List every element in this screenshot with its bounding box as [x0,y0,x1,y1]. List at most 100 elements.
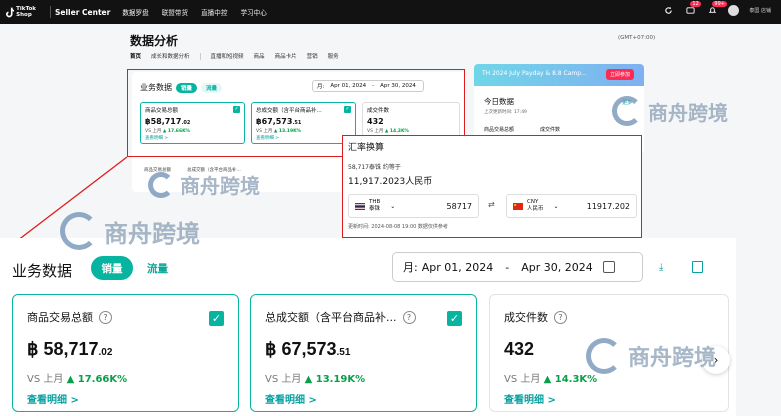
card-value: ฿ 67,573 [265,339,337,359]
watermark-text: 商舟跨境 [648,100,728,125]
message-badge: 12 [690,1,701,7]
user-name[interactable]: 泰国 店铺 [749,7,771,14]
nav-item-live-console[interactable]: 直播中控 [201,7,227,17]
nav-item-learning-center[interactable]: 学习中心 [240,7,266,17]
tab-products[interactable]: 商品 [254,52,265,60]
card-title: 商品交易总额 [27,311,93,324]
tab-home[interactable]: 首页 [130,52,141,60]
card-change-label: VS 上月 [265,374,302,385]
to-currency-name: 人民币 [527,206,544,212]
tiktok-icon [6,7,15,17]
tab-marketing[interactable]: 营销 [307,52,318,60]
card-title: 成交件数 [504,311,548,324]
tiktok-shop-logo[interactable]: TikTok Shop [6,6,50,18]
checkbox-checked-icon[interactable]: ✓ [209,311,224,326]
date-separator: - [505,260,510,274]
notification-bell-icon[interactable]: 99+ [706,1,727,16]
watermark-text: 商舟跨境 [628,346,717,371]
help-icon[interactable]: ? [402,310,416,324]
card-cents: .02 [98,347,113,358]
exchange-rate-line1: 58,717泰铢 约等于 [348,164,401,171]
watermark-logo-icon [586,338,622,374]
from-currency-name: 泰铢 [369,206,381,212]
card-value: ฿ 58,717 [27,339,99,359]
china-flag-icon [513,202,523,210]
swap-currency-icon[interactable]: ⇄ [488,200,495,209]
today-data-title: 今日数据 [484,97,514,106]
card-cents: .51 [336,347,351,358]
last-updated-text: 上次更新时间: 17:49 [484,110,527,115]
card-total-revenue[interactable]: 总成交额（含平台商品补...? ✓ ฿ 67,573.51 VS 上月 ▲ 13… [250,294,477,412]
tab-service[interactable]: 服务 [328,52,339,60]
card-title: 总成交额（含平台商品补... [265,311,397,324]
card-change: ▲ 13.19K% [304,374,366,385]
logo-divider [50,6,51,18]
watermark: 商舟跨境 [612,96,728,126]
nav-item-affiliate[interactable]: 联盟带货 [162,7,188,17]
card-value: 432 [504,339,535,359]
from-amount-input[interactable]: 58717 [447,202,472,211]
update-time-text: 更新时间: 2024-08-08 19:00 数据仅供参考 [348,224,448,230]
join-campaign-button[interactable]: 立即参加 [605,69,634,80]
card-change: ▲ 17.66K% [66,374,128,385]
date-to: Apr 30, 2024 [521,260,593,274]
card-gmv[interactable]: 商品交易总额? ✓ ฿ 58,717.02 VS 上月 ▲ 17.66K% 查看… [12,294,239,412]
brand-name[interactable]: Seller Center [55,8,110,17]
date-from: Apr 01, 2024 [421,260,494,274]
checkbox-checked-icon[interactable]: ✓ [447,311,462,326]
download-icon[interactable]: ⤓ [659,262,663,273]
watermark-text: 商舟跨境 [104,219,200,248]
card-detail-link[interactable]: 查看明细 > [504,391,714,406]
page-tabs: 首页 成长和数据分析 直播和短视频 商品 商品卡片 营销 服务 [130,52,349,60]
today-metric-units: 成交件数 [540,127,561,133]
from-currency-code: THB [369,199,381,205]
page-title: 数据分析 [130,34,179,48]
business-data-title: 业务数据 [12,262,73,280]
date-label: 月: [403,261,418,274]
banner-text: TH 2024 July Payday & 8.8 Camp... [482,70,587,77]
tab-growth[interactable]: 成长和数据分析 [151,52,190,60]
avatar[interactable] [728,4,740,16]
today-metric-gmv: 商品交易总额 [484,127,515,133]
watermark-logo-icon [148,171,174,198]
card-detail-link[interactable]: 查看明细 > [27,391,224,406]
watermark-text: 商舟跨境 [180,174,260,198]
business-data-zoomed: 业务数据 销量 流量 月: Apr 01, 2024 - Apr 30, 202… [0,238,736,416]
to-currency-code: CNY [527,199,539,205]
campaign-banner[interactable]: TH 2024 July Payday & 8.8 Camp... 立即参加 [474,64,644,86]
watermark-logo-icon [60,212,98,250]
sales-toggle[interactable]: 销量 [91,256,133,280]
message-icon[interactable]: 12 [684,1,701,16]
tab-product-card[interactable]: 商品卡片 [275,52,297,60]
help-icon[interactable]: ? [554,310,567,324]
from-currency-field[interactable]: THB 泰铢 ⌄ 58717 [348,194,479,218]
document-icon[interactable] [692,261,703,273]
tab-live-video[interactable]: 直播和短视频 [211,52,244,60]
exchange-rate-title: 汇率换算 [348,143,385,153]
top-navigation-bar: TikTok Shop Seller Center 数据罗盘 联盟带货 直播中控… [0,0,781,24]
chevron-down-icon[interactable]: ⌄ [554,203,559,210]
card-change: ▲ 14.3K% [543,374,598,385]
thailand-flag-icon [355,202,365,210]
chevron-down-icon[interactable]: ⌄ [390,203,395,210]
tab-separator [199,53,201,60]
logo-text: TikTok Shop [16,6,36,18]
help-icon[interactable]: ? [99,310,112,324]
watermark: 商舟跨境 [148,170,260,199]
exchange-rate-result: 11,917.2023人民币 [348,177,433,187]
traffic-toggle[interactable]: 流量 [139,256,176,280]
notification-badge: 99+ [712,1,727,7]
to-amount-output: 11917.202 [586,201,630,211]
calendar-icon[interactable] [602,261,615,273]
watermark: 商舟跨境 [60,212,200,250]
card-detail-link[interactable]: 查看明细 > [265,391,462,406]
refresh-icon[interactable] [662,4,674,16]
nav-item-data-compass[interactable]: 数据罗盘 [122,7,148,17]
timezone-label: (GMT+07:00) [618,35,656,41]
to-currency-field[interactable]: CNY 人民币 ⌄ 11917.202 [506,194,637,218]
card-change-label: VS 上月 [27,374,64,385]
exchange-rate-popup: 汇率换算 58,717泰铢 约等于 11,917.2023人民币 THB 泰铢 ⌄… [342,135,642,238]
watermark-logo-icon [612,96,642,126]
watermark: 商舟跨境 [586,338,716,374]
date-range-picker[interactable]: 月: Apr 01, 2024 - Apr 30, 2024 [392,252,643,282]
